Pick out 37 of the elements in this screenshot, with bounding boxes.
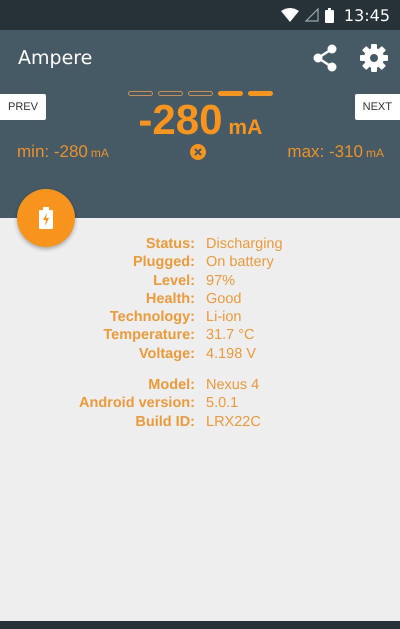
info-value: On battery [206,253,275,272]
max-unit: mA [366,146,384,160]
current-value: -280 [138,96,222,144]
min-unit: mA [90,146,109,160]
info-value: 31.7 °C [206,326,256,345]
battery-fab[interactable] [17,189,75,247]
info-label: Status: [144,235,195,254]
clock: 13:45 [344,6,390,24]
info-label: Model: [147,376,195,394]
info-value: Discharging [206,235,284,254]
info-label: Plugged: [132,253,195,272]
info-value: Li-ion [206,308,242,326]
info-label: Health: [144,290,195,308]
app-title: Ampere [18,47,94,69]
reset-icon[interactable] [190,144,206,160]
info-value: 5.0.1 [206,394,240,413]
info-value: 4.198 V [206,344,257,364]
info-label: Level: [152,272,195,290]
battery-charging-icon [39,207,53,229]
min-reading: min: -280 [17,142,88,161]
wifi-icon [280,8,299,22]
share-icon[interactable] [312,44,338,72]
info-label: Build ID: [134,412,195,431]
info-label: Temperature: [102,326,195,345]
next-button[interactable]: NEXT [354,94,400,120]
info-value: 97% [206,272,236,290]
info-label: Technology: [108,308,195,326]
signal-icon [304,8,319,22]
info-label: Android version: [78,394,195,413]
info-label: Voltage: [138,344,195,364]
current-unit: mA [228,116,262,140]
info-value: LRX22C [206,412,262,431]
info-value: Nexus 4 [206,376,260,394]
max-reading: max: -310 [287,142,363,161]
battery-icon [324,8,334,22]
prev-button[interactable]: PREV [0,94,46,120]
info-value: Good [206,290,242,308]
